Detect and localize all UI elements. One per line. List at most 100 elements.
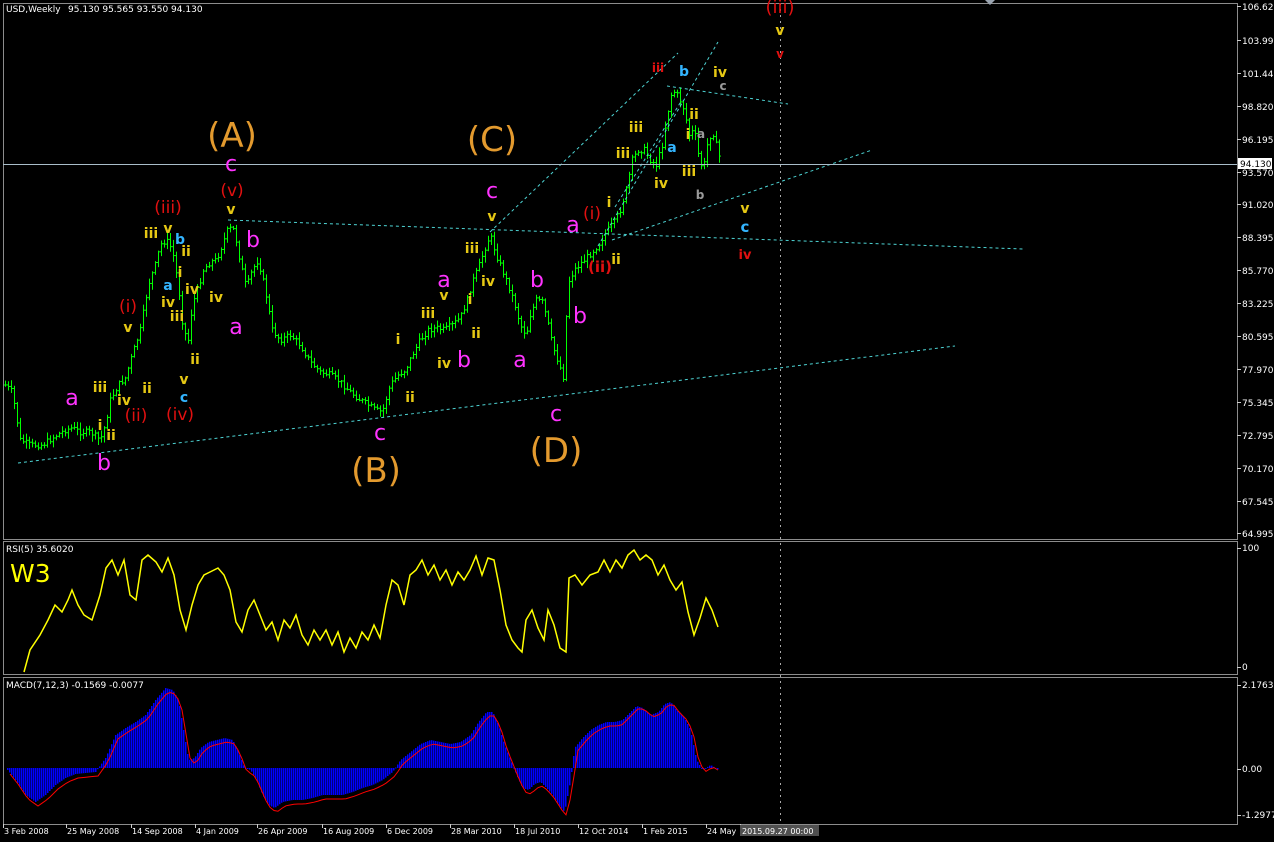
macd-histogram-bar <box>59 768 61 783</box>
macd-histogram-bar <box>347 768 349 794</box>
macd-histogram-bar <box>181 718 183 768</box>
macd-histogram-bar <box>363 768 365 788</box>
macd-histogram-bar <box>17 768 19 783</box>
macd-histogram-bar <box>323 768 325 795</box>
macd-histogram-bar <box>561 768 563 809</box>
macd-histogram-bar <box>693 745 695 768</box>
macd-histogram-bar <box>167 688 169 768</box>
wave-label: iv <box>161 295 175 311</box>
wave-label: (iii) <box>154 198 181 218</box>
macd-histogram-bar <box>13 768 15 778</box>
macd-histogram-bar <box>53 768 55 787</box>
macd-histogram-bar <box>427 741 429 768</box>
macd-histogram-bar <box>573 756 575 768</box>
trendline <box>227 219 1024 250</box>
macd-histogram-bar <box>163 690 165 768</box>
macd-histogram-bar <box>165 688 167 768</box>
macd-histogram-bar <box>415 748 417 768</box>
macd-histogram-bar <box>457 742 459 768</box>
wave-label: v <box>226 202 235 218</box>
macd-histogram-bar <box>571 768 573 772</box>
macd-histogram-bar <box>697 761 699 768</box>
macd-histogram-bar <box>11 768 13 775</box>
macd-histogram-bar <box>409 752 411 768</box>
price-axis-label: 91.020 <box>1242 201 1274 211</box>
macd-histogram-bar <box>627 715 629 768</box>
macd-histogram-bar <box>177 698 179 768</box>
macd-histogram-bar <box>77 768 79 774</box>
macd-histogram-bar <box>301 768 303 800</box>
macd-histogram-bar <box>381 768 383 781</box>
wave-label: (D) <box>530 431 583 471</box>
rsi-axis-label: 100 <box>1242 544 1259 554</box>
macd-histogram-bar <box>309 768 311 799</box>
macd-histogram-bar <box>71 768 73 776</box>
trendline <box>17 345 956 464</box>
macd-histogram-bar <box>153 703 155 768</box>
macd-histogram-bar <box>701 768 703 769</box>
wave-label: a <box>163 278 172 294</box>
price-axis-label: 75.345 <box>1242 399 1274 409</box>
price-axis-label: 70.170 <box>1242 465 1274 475</box>
macd-histogram-bar <box>281 768 283 803</box>
wave-label: (C) <box>467 120 517 160</box>
macd-histogram-bar <box>143 716 145 768</box>
macd-histogram-bar <box>549 768 551 792</box>
price-panel-frame <box>3 3 1238 540</box>
macd-histogram-bar <box>361 768 363 789</box>
macd-histogram-bar <box>319 768 321 796</box>
x-axis-label: 6 Dec 2009 <box>387 827 433 836</box>
macd-histogram-bar <box>241 760 243 768</box>
macd-histogram-bar <box>83 768 85 774</box>
macd-histogram-bar <box>695 755 697 768</box>
wave-label: v <box>740 201 749 217</box>
wave-label: c <box>180 390 188 406</box>
macd-histogram-bar <box>357 768 359 790</box>
macd-histogram-bar <box>25 768 27 795</box>
wave-label: ii <box>471 326 481 342</box>
wave-label: i <box>468 292 473 308</box>
wave-label: i <box>178 265 183 281</box>
x-axis-label: 28 Mar 2010 <box>451 827 502 836</box>
macd-histogram-bar <box>161 692 163 768</box>
wave-label: c <box>741 218 750 236</box>
macd-histogram-bar <box>29 768 31 798</box>
macd-histogram-bar <box>707 766 709 768</box>
macd-histogram-bar <box>149 709 151 768</box>
wave-label: v <box>179 372 188 388</box>
macd-histogram-bar <box>453 743 455 768</box>
macd-histogram-bar <box>329 768 331 795</box>
macd-histogram-bar <box>659 710 661 768</box>
macd-histogram-bar <box>23 768 25 792</box>
macd-histogram-bar <box>263 768 265 797</box>
macd-histogram-bar <box>525 768 527 789</box>
rsi-watermark: W3 <box>10 559 51 588</box>
macd-histogram-bar <box>569 768 571 786</box>
macd-title: MACD(7,12,3) -0.1569 -0.0077 <box>6 681 144 691</box>
macd-histogram-bar <box>111 744 113 768</box>
macd-histogram-bar <box>315 768 317 798</box>
macd-histogram-bar <box>147 712 149 768</box>
macd-histogram-bar <box>597 725 599 768</box>
macd-histogram-bar <box>393 768 395 771</box>
macd-histogram-bar <box>139 719 141 768</box>
macd-histogram-bar <box>69 768 71 777</box>
x-axis-label: 3 Feb 2008 <box>4 827 49 836</box>
macd-histogram-bar <box>133 723 135 768</box>
macd-histogram-bar <box>325 768 327 795</box>
macd-histogram-bar <box>145 715 147 768</box>
macd-histogram-bar <box>533 768 535 785</box>
macd-histogram-bar <box>115 735 117 768</box>
macd-histogram-bar <box>649 714 651 768</box>
wave-label: v <box>123 320 132 336</box>
macd-histogram-bar <box>231 739 233 768</box>
wave-label: (iii) <box>765 0 794 18</box>
wave-label: iii <box>170 309 184 325</box>
macd-histogram-bar <box>557 768 559 804</box>
macd-histogram-bar <box>337 768 339 795</box>
macd-histogram-bar <box>305 768 307 800</box>
wave-label: (v) <box>220 181 243 201</box>
wave-label: b <box>679 64 689 80</box>
macd-histogram-bar <box>283 768 285 802</box>
x-axis-label: 4 Jan 2009 <box>196 827 239 836</box>
